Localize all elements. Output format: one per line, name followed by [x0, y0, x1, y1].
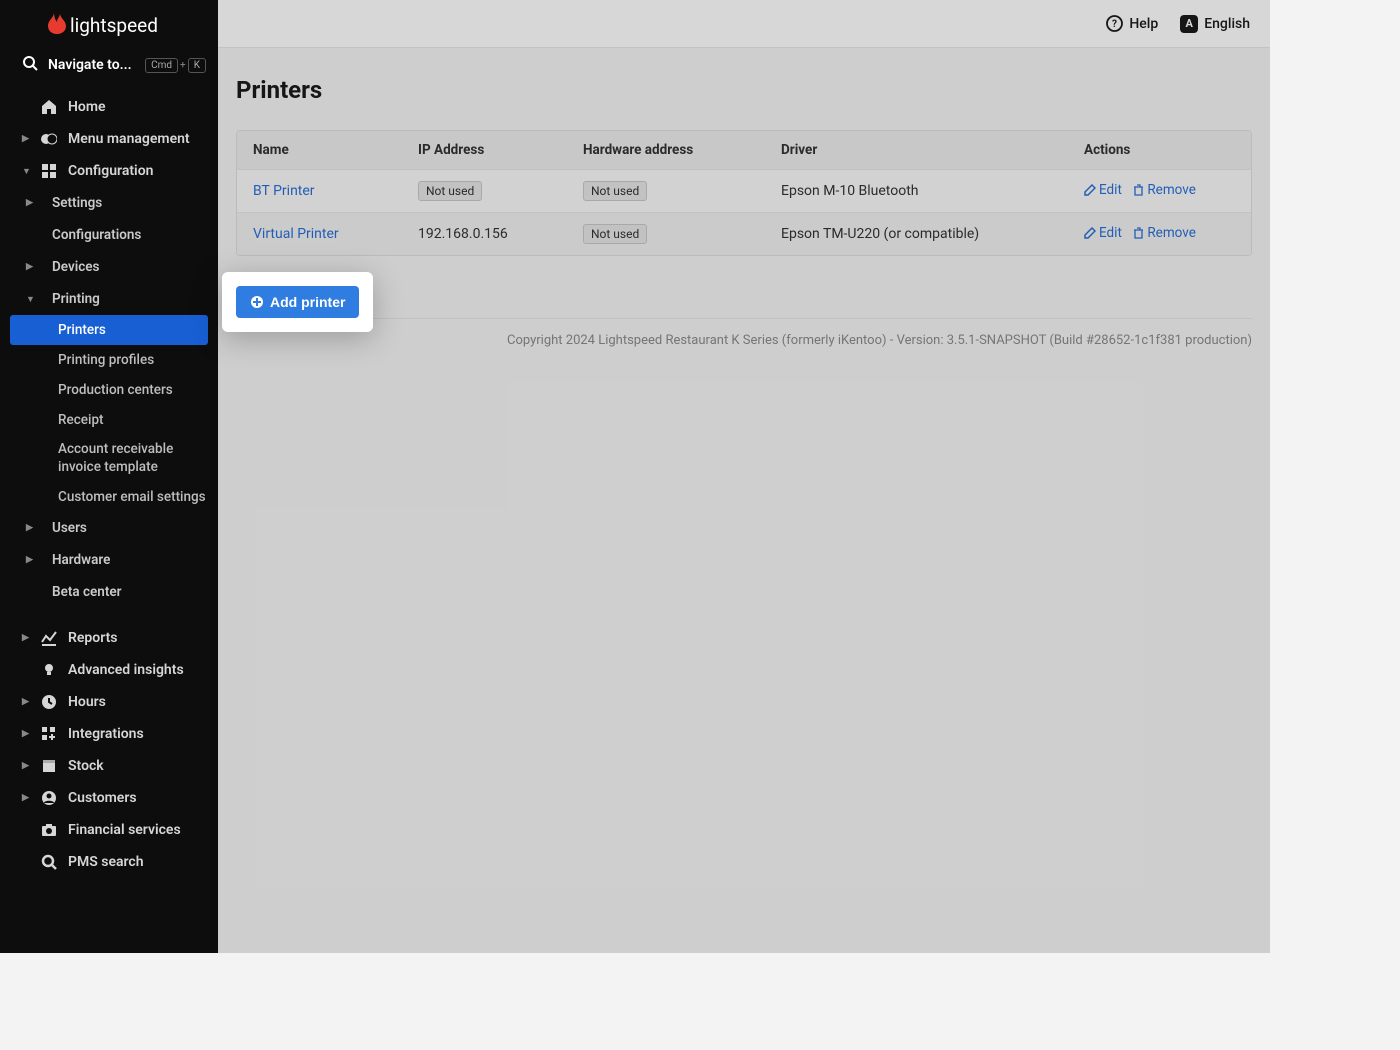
sidebar-item-configurations[interactable]: Configurations [0, 219, 218, 251]
remove-link[interactable]: Remove [1133, 182, 1196, 198]
chevron-right-icon: ▶ [22, 729, 30, 739]
remove-link[interactable]: Remove [1133, 225, 1196, 241]
sidebar-item-customer-email[interactable]: Customer email settings [0, 482, 218, 512]
chevron-down-icon: ▼ [22, 166, 30, 177]
chevron-right-icon: ▶ [22, 134, 30, 144]
language-badge-icon: A [1180, 15, 1198, 33]
sidebar: lightspeed Navigate to... Cmd + K Home ▶… [0, 0, 218, 953]
th-ip: IP Address [402, 131, 567, 169]
nav-search[interactable]: Navigate to... Cmd + K [0, 47, 218, 91]
sidebar-item-receipt[interactable]: Receipt [0, 405, 218, 435]
nav-search-label: Navigate to... [48, 57, 135, 73]
sidebar-item-menu-management[interactable]: ▶ Menu management [0, 123, 218, 155]
table-row: BT Printer Not used Not used Epson M-10 … [237, 169, 1251, 212]
home-icon [40, 99, 58, 115]
add-printer-button[interactable]: Add printer [236, 286, 359, 318]
page-title: Printers [236, 76, 1252, 104]
user-icon [40, 790, 58, 806]
footer-text: Copyright 2024 Lightspeed Restaurant K S… [236, 318, 1252, 348]
main-content: ? Help A English Printers Name IP Addres… [218, 0, 1270, 953]
driver-cell: Epson M-10 Bluetooth [765, 172, 1068, 210]
th-driver: Driver [765, 131, 1068, 169]
sidebar-item-home[interactable]: Home [0, 91, 218, 123]
sidebar-item-users[interactable]: ▶Users [0, 512, 218, 544]
edit-link[interactable]: Edit [1084, 182, 1122, 198]
trash-icon [1133, 184, 1144, 196]
edit-link[interactable]: Edit [1084, 225, 1122, 241]
kbd-shortcut: Cmd + K [145, 58, 206, 73]
chevron-right-icon: ▶ [26, 555, 34, 565]
help-icon: ? [1106, 15, 1123, 32]
plus-grid-icon [40, 726, 58, 742]
ip-cell: 192.168.0.156 [402, 215, 567, 253]
search-icon [22, 55, 38, 75]
sidebar-item-pms-search[interactable]: PMS search [0, 846, 218, 878]
printer-name-link[interactable]: BT Printer [253, 183, 315, 199]
sidebar-item-stock[interactable]: ▶ Stock [0, 750, 218, 782]
table-row: Virtual Printer 192.168.0.156 Not used E… [237, 212, 1251, 255]
svg-text:?: ? [1112, 19, 1117, 30]
sidebar-item-devices[interactable]: ▶Devices [0, 251, 218, 283]
grid-icon [40, 163, 58, 179]
plus-circle-icon [250, 295, 264, 309]
search-icon [40, 854, 58, 870]
sidebar-item-settings[interactable]: ▶Settings [0, 187, 218, 219]
chevron-right-icon: ▶ [26, 523, 34, 533]
th-actions: Actions [1068, 131, 1251, 169]
topbar: ? Help A English [218, 0, 1270, 48]
sidebar-item-configuration[interactable]: ▼ Configuration [0, 155, 218, 187]
help-button[interactable]: ? Help [1106, 15, 1158, 32]
th-hw: Hardware address [567, 131, 765, 169]
th-name: Name [237, 131, 402, 169]
clock-icon [40, 694, 58, 710]
sidebar-item-printing[interactable]: ▼Printing [0, 283, 218, 315]
not-used-badge: Not used [583, 181, 647, 201]
printers-table: Name IP Address Hardware address Driver … [236, 130, 1252, 256]
brand-text: lightspeed [70, 14, 158, 37]
chevron-right-icon: ▶ [26, 198, 34, 208]
flame-icon [48, 12, 66, 34]
sidebar-item-printers[interactable]: Printers [10, 315, 208, 345]
brand-logo[interactable]: lightspeed [0, 0, 218, 47]
chevron-right-icon: ▶ [22, 633, 30, 643]
printer-name-link[interactable]: Virtual Printer [253, 226, 339, 242]
sidebar-item-integrations[interactable]: ▶ Integrations [0, 718, 218, 750]
edit-icon [1084, 184, 1096, 196]
not-used-badge: Not used [418, 181, 482, 201]
sidebar-item-beta-center[interactable]: Beta center [0, 576, 218, 608]
lightbulb-icon [40, 662, 58, 678]
chevron-right-icon: ▶ [22, 793, 30, 803]
sidebar-item-customers[interactable]: ▶ Customers [0, 782, 218, 814]
sidebar-item-reports[interactable]: ▶ Reports [0, 622, 218, 654]
not-used-badge: Not used [583, 224, 647, 244]
camera-icon [40, 822, 58, 838]
sidebar-item-production-centers[interactable]: Production centers [0, 375, 218, 405]
sidebar-item-printing-profiles[interactable]: Printing profiles [0, 345, 218, 375]
chevron-right-icon: ▶ [22, 697, 30, 707]
add-printer-highlight: Add printer [222, 272, 373, 332]
sidebar-item-ar-invoice[interactable]: Account receivable invoice template [0, 435, 218, 482]
box-icon [40, 758, 58, 774]
driver-cell: Epson TM-U220 (or compatible) [765, 215, 1068, 253]
language-selector[interactable]: A English [1180, 15, 1250, 33]
trash-icon [1133, 227, 1144, 239]
sidebar-item-financial[interactable]: Financial services [0, 814, 218, 846]
sidebar-item-hours[interactable]: ▶ Hours [0, 686, 218, 718]
sidebar-item-insights[interactable]: Advanced insights [0, 654, 218, 686]
edit-icon [1084, 227, 1096, 239]
sidebar-item-hardware[interactable]: ▶Hardware [0, 544, 218, 576]
chevron-down-icon: ▼ [26, 294, 34, 305]
table-header: Name IP Address Hardware address Driver … [237, 131, 1251, 169]
menu-icon [40, 131, 58, 147]
chevron-right-icon: ▶ [22, 761, 30, 771]
chevron-right-icon: ▶ [26, 262, 34, 272]
chart-icon [40, 630, 58, 646]
